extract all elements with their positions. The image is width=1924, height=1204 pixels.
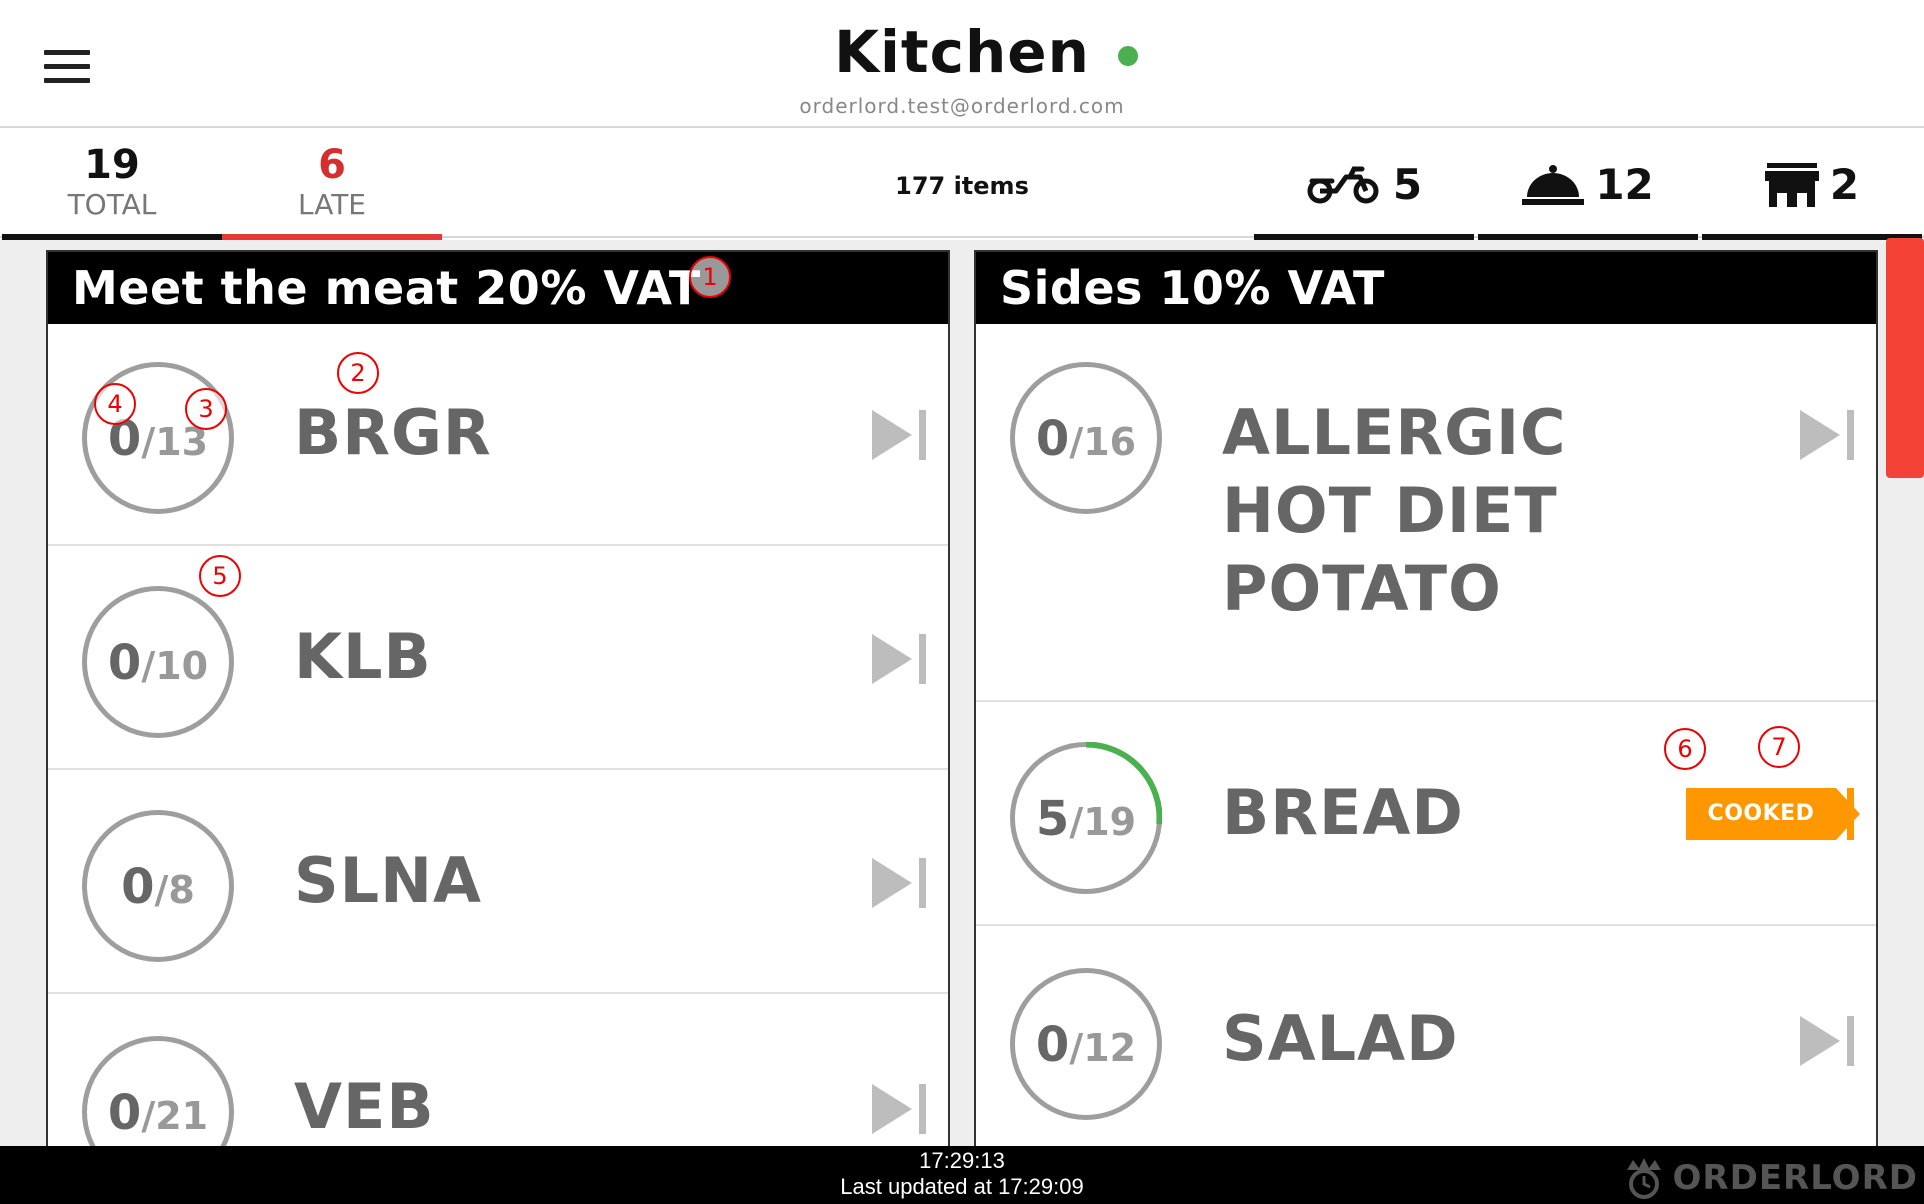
progress-arc <box>1085 742 1162 825</box>
total-count: /21 <box>141 1094 209 1138</box>
item-row-allergic-hot-diet-potato[interactable]: 0/16 ALLERGIC HOT DIET POTATO <box>976 324 1876 702</box>
scrollbar-thumb[interactable] <box>1886 238 1924 478</box>
annotation-marker: 3 <box>185 388 227 430</box>
tab-dine-in[interactable]: 12 <box>1478 130 1698 242</box>
cooked-label: COOKED <box>1707 801 1815 826</box>
late-label: LATE <box>297 188 367 221</box>
takeaway-count: 2 <box>1829 160 1860 209</box>
page-title: Kitchen <box>834 18 1138 86</box>
app-header: Kitchen orderlord.test@orderlord.com <box>0 0 1924 128</box>
cooked-button[interactable]: COOKED <box>1686 788 1860 840</box>
section-sides: Sides 10% VAT 0/16 ALLERGIC HOT DIET POT… <box>974 250 1878 1146</box>
total-count: 19 <box>84 142 140 188</box>
item-name-line: HOT DIET <box>1222 474 1558 547</box>
item-name-line: ALLERGIC <box>1222 396 1567 469</box>
skip-next-icon[interactable] <box>872 858 926 908</box>
annotation-marker: 7 <box>1758 726 1800 768</box>
account-email: orderlord.test@orderlord.com <box>799 94 1125 118</box>
crown-clock-icon <box>1627 1158 1662 1199</box>
done-count: 0 <box>1035 411 1070 467</box>
skip-next-icon[interactable] <box>872 1084 926 1134</box>
online-status-dot <box>1117 46 1138 66</box>
section-title: Sides 10% VAT <box>976 252 1876 324</box>
item-name: SLNA <box>294 844 483 917</box>
skip-next-icon[interactable] <box>872 634 926 684</box>
done-count: 0 <box>121 859 155 915</box>
annotation-marker: 4 <box>94 383 136 425</box>
skip-next-icon[interactable] <box>1800 410 1854 460</box>
item-progress-circle: 0/16 <box>1010 362 1162 514</box>
section-title: Meet the meat 20% VAT <box>48 252 948 324</box>
store-icon <box>1764 162 1819 207</box>
annotation-marker: 1 <box>689 256 731 298</box>
footer-bar: 17:29:13 Last updated at 17:29:09 ORDERL… <box>0 1146 1924 1204</box>
total-count: /10 <box>141 644 209 688</box>
tab-total[interactable]: 19 TOTAL <box>2 130 222 242</box>
orderlord-logo: ORDERLORD <box>1621 1156 1918 1200</box>
item-name: ALLERGIC HOT DIET POTATO <box>1222 394 1567 628</box>
done-count: 0 <box>1035 1017 1070 1073</box>
total-count: /16 <box>1069 420 1137 464</box>
item-progress-circle: 0/10 <box>82 586 234 738</box>
item-progress-circle: 0/8 <box>82 810 234 962</box>
item-row-bread[interactable]: 5/19 BREAD COOKED <box>976 702 1876 926</box>
annotation-marker: 6 <box>1664 728 1706 770</box>
tab-takeaway[interactable]: 2 <box>1702 130 1922 242</box>
item-row-brgr[interactable]: 0/13 BRGR <box>48 324 948 546</box>
logo-text: ORDERLORD <box>1672 1158 1918 1198</box>
item-name: VEB <box>294 1070 435 1143</box>
tab-delivery[interactable]: 5 <box>1254 130 1474 242</box>
item-row-salad[interactable]: 0/12 SALAD <box>976 926 1876 1146</box>
items-count: 177 items <box>895 172 1029 200</box>
item-row-slna[interactable]: 0/8 SLNA <box>48 770 948 994</box>
stats-bar: 19 TOTAL 6 LATE 177 items 5 12 2 <box>0 130 1924 242</box>
total-label: TOTAL <box>67 188 157 221</box>
total-count: /12 <box>1069 1026 1137 1070</box>
annotation-marker: 5 <box>199 555 241 597</box>
item-name: BREAD <box>1222 776 1464 849</box>
done-count: 0 <box>107 1085 142 1141</box>
page-title-text: Kitchen <box>834 18 1090 86</box>
item-progress-circle: 0/12 <box>1010 968 1162 1120</box>
item-name: SALAD <box>1222 1002 1459 1075</box>
item-progress-circle: 0/21 <box>82 1036 234 1146</box>
skip-next-icon[interactable] <box>872 410 926 460</box>
progress-arc-fill <box>1085 742 1162 825</box>
scooter-icon <box>1307 166 1379 203</box>
skip-next-icon[interactable] <box>1800 1016 1854 1066</box>
tab-late[interactable]: 6 LATE <box>222 130 442 242</box>
cloche-icon <box>1522 164 1585 205</box>
annotation-marker: 2 <box>337 352 379 394</box>
dine-in-count: 12 <box>1595 160 1654 209</box>
title-wrap: Kitchen <box>0 18 1924 86</box>
item-name-line: POTATO <box>1222 552 1502 625</box>
total-count: /8 <box>154 868 195 912</box>
done-count: 0 <box>107 635 142 691</box>
late-count: 6 <box>318 142 346 188</box>
content-area: Meet the meat 20% VAT 0/13 BRGR 0/10 KLB… <box>0 240 1924 1146</box>
item-row-veb[interactable]: 0/21 VEB <box>48 994 948 1146</box>
item-row-klb[interactable]: 0/10 KLB <box>48 546 948 770</box>
delivery-count: 5 <box>1392 160 1423 209</box>
item-name: BRGR <box>294 396 492 469</box>
item-name: KLB <box>294 620 432 693</box>
section-meet-the-meat: Meet the meat 20% VAT 0/13 BRGR 0/10 KLB… <box>46 250 950 1146</box>
